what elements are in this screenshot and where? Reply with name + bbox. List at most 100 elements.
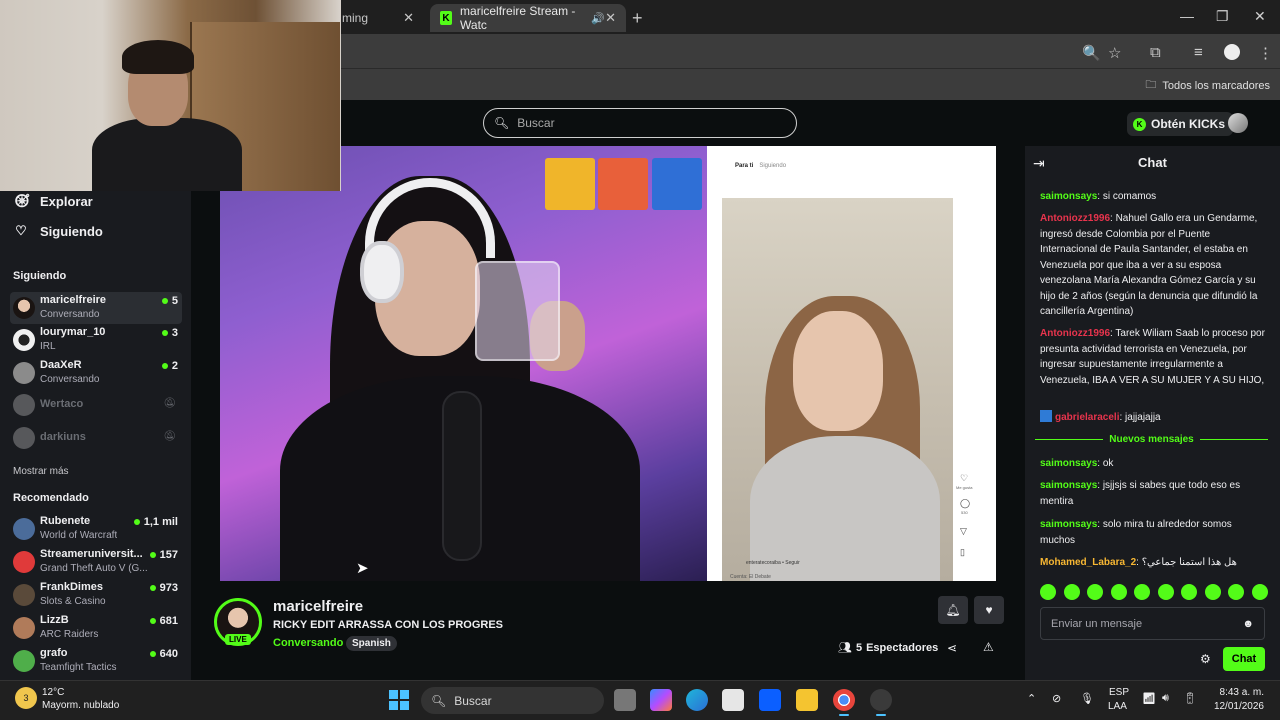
- notifications-button[interactable]: 🔔︎: [938, 596, 968, 624]
- show-more-link[interactable]: Mostrar más: [13, 466, 69, 477]
- sidebar-channel-streameruniversity[interactable]: Streameruniversit... Grand Theft Auto V …: [10, 546, 182, 578]
- menu-icon[interactable]: ⋮: [1258, 44, 1273, 62]
- extensions-icon[interactable]: ⧉: [1150, 44, 1161, 61]
- wifi-icon[interactable]: 📶︎: [1142, 692, 1156, 705]
- get-kicks-button[interactable]: K Obtén KICKs: [1127, 112, 1234, 136]
- nav-explore[interactable]: 🧭︎ Explorar: [14, 193, 93, 209]
- viewers-icon: 👥︎: [838, 642, 852, 654]
- sidebar-channel-wertaco[interactable]: Wertaco 🔕︎: [10, 389, 182, 421]
- nav-following[interactable]: ♡ Siguiendo: [14, 223, 103, 239]
- emote-icon[interactable]: [1157, 584, 1174, 600]
- settings-gear-icon[interactable]: ⚙: [1200, 652, 1211, 666]
- media-control-icon[interactable]: ≡: [1194, 44, 1203, 61]
- sidebar-channel-darkiuns[interactable]: darkiuns 🔕︎: [10, 422, 182, 454]
- dropbox-icon[interactable]: [759, 689, 781, 711]
- live-dot-icon: [161, 330, 168, 336]
- battery-icon[interactable]: 🔋︎: [1183, 692, 1197, 705]
- edge-icon[interactable]: [686, 689, 708, 711]
- compass-icon: 🧭︎: [14, 193, 31, 208]
- store-icon[interactable]: [722, 689, 744, 711]
- chrome-icon[interactable]: [833, 689, 855, 716]
- microphone-icon[interactable]: 🎙︎: [1080, 692, 1094, 705]
- all-bookmarks-button[interactable]: 🗀 Todos los marcadores: [1145, 76, 1270, 95]
- sidebar-channel-maricelfreire[interactable]: maricelfreire Conversando 5: [10, 292, 182, 324]
- emote-icon[interactable]: [1134, 584, 1151, 600]
- nav-following-label: Siguiendo: [40, 223, 103, 239]
- report-icon[interactable]: ⚠: [983, 640, 994, 654]
- sidebar-channel-rubenete[interactable]: Rubenete World of Warcraft 1,1 mil: [10, 513, 182, 545]
- collapse-chat-icon[interactable]: ⇥: [1033, 155, 1045, 172]
- stream-category[interactable]: Conversando: [273, 637, 343, 649]
- camera-off-icon[interactable]: ⊘: [1052, 692, 1061, 705]
- window-close-icon[interactable]: ✕: [1254, 8, 1266, 25]
- speaker-icon[interactable]: 🔊: [591, 12, 605, 25]
- emote-icon[interactable]: [1040, 584, 1056, 600]
- zoom-icon[interactable]: 🔍: [1082, 44, 1101, 62]
- search-bar[interactable]: 🔍︎: [483, 108, 797, 138]
- emote-icon[interactable]: [1063, 584, 1080, 600]
- show-hidden-icons[interactable]: ⌃: [1027, 692, 1036, 705]
- chat-message-input[interactable]: [1051, 617, 1231, 630]
- sidebar-channel-lourymar[interactable]: lourymar_10 IRL 3: [10, 324, 182, 356]
- weather-icon[interactable]: 3: [15, 687, 37, 709]
- follow-button[interactable]: ♥: [974, 596, 1004, 624]
- minimize-icon[interactable]: —: [1180, 8, 1194, 24]
- copilot-icon[interactable]: [650, 689, 672, 711]
- avatar: [13, 362, 35, 384]
- keyboard-layout[interactable]: LAA: [1108, 701, 1127, 712]
- keyboard-language[interactable]: ESP: [1109, 687, 1129, 698]
- viewers-number: 5: [855, 641, 863, 654]
- drinking-glass: [475, 261, 560, 361]
- start-button-icon[interactable]: [389, 690, 409, 710]
- chat-input-box[interactable]: ☻: [1040, 607, 1265, 640]
- emoji-icon[interactable]: ☻: [1242, 618, 1254, 630]
- maximize-icon[interactable]: ❐: [1216, 8, 1229, 25]
- emote-icon[interactable]: [1110, 584, 1127, 600]
- sidebar-channel-lizzb[interactable]: LizzB ARC Raiders 681: [10, 612, 182, 644]
- emote-bar: [1040, 584, 1268, 600]
- clock-date[interactable]: 12/01/2026: [1214, 701, 1264, 712]
- share-icon[interactable]: ⋖: [947, 641, 957, 655]
- taskbar-search[interactable]: 🔍︎ Buscar: [421, 687, 604, 714]
- emote-icon[interactable]: [1181, 584, 1198, 600]
- viewer-count-display: 👥︎ 5 Espectadores: [838, 641, 939, 655]
- new-messages-divider: Nuevos mensajes: [1035, 434, 1268, 445]
- profile-avatar[interactable]: [1224, 44, 1240, 60]
- wall-art: [598, 158, 648, 210]
- get-kicks-label: Obtén KICKs: [1151, 117, 1226, 131]
- close-tab-icon[interactable]: ✕: [403, 10, 414, 26]
- browser-tab-active[interactable]: K maricelfreire Stream - Watc 🔊 ✕: [430, 4, 626, 32]
- weather-temperature[interactable]: 12°C: [42, 687, 64, 698]
- file-explorer-icon[interactable]: [796, 689, 818, 711]
- emote-icon[interactable]: [1204, 584, 1221, 600]
- channel-category: Slots & Casino: [40, 596, 106, 607]
- channel-name: Streameruniversit...: [40, 548, 143, 560]
- sidebar-channel-frankdimes[interactable]: FrankDimes Slots & Casino 973: [10, 579, 182, 611]
- emote-icon[interactable]: [1087, 584, 1104, 600]
- sidebar-channel-grafo[interactable]: grafo Teamfight Tactics 640: [10, 645, 182, 677]
- star-icon[interactable]: ☆: [1108, 44, 1121, 62]
- clock-time[interactable]: 8:43 a. m.: [1220, 687, 1264, 698]
- viewer-count: 157: [149, 549, 178, 561]
- chat-title: Chat: [1138, 155, 1167, 170]
- chat-send-button[interactable]: Chat: [1223, 647, 1265, 671]
- live-dot-icon: [149, 552, 156, 558]
- sidebar-channel-daaxer[interactable]: DaaXeR Conversando 2: [10, 357, 182, 389]
- viewers-label: Espectadores: [866, 641, 939, 654]
- emote-icon[interactable]: [1228, 584, 1245, 600]
- video-player[interactable]: Para ti Siguiendo ♡ Me gusta ◯ 530 ▽ ▯ en…: [220, 146, 996, 581]
- task-view-icon[interactable]: [614, 689, 636, 711]
- weather-description[interactable]: Mayorm. nublado: [42, 700, 119, 711]
- new-tab-icon[interactable]: +: [632, 8, 643, 29]
- search-input[interactable]: [517, 116, 786, 130]
- browser-tab-1[interactable]: ming ✕: [332, 4, 424, 32]
- obs-icon[interactable]: [870, 689, 892, 716]
- streamer-name[interactable]: maricelfreire: [273, 598, 363, 615]
- person-body: [92, 118, 242, 191]
- close-tab-icon[interactable]: ✕: [605, 10, 616, 26]
- emote-icon[interactable]: [1251, 584, 1268, 600]
- tiktok-like-label: Me gusta: [956, 485, 973, 490]
- volume-icon[interactable]: 🔊︎: [1162, 692, 1169, 705]
- language-tag[interactable]: Spanish: [346, 636, 397, 651]
- user-avatar[interactable]: [1228, 113, 1248, 133]
